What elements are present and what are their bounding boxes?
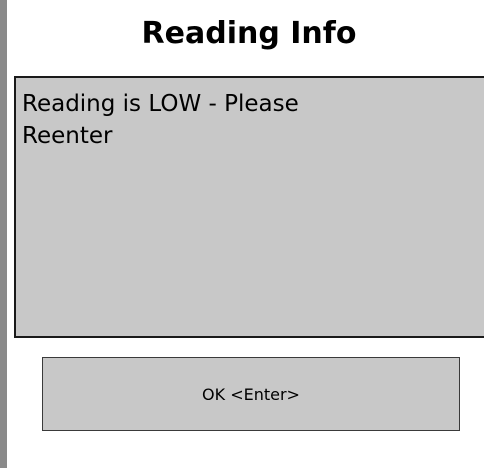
ok-button[interactable]: OK <Enter> (42, 357, 460, 431)
message-text: Reading is LOW - Please Reenter (22, 91, 299, 149)
left-edge-bar (0, 0, 7, 468)
message-panel: Reading is LOW - Please Reenter (14, 76, 484, 338)
dialog-title: Reading Info (141, 16, 357, 51)
